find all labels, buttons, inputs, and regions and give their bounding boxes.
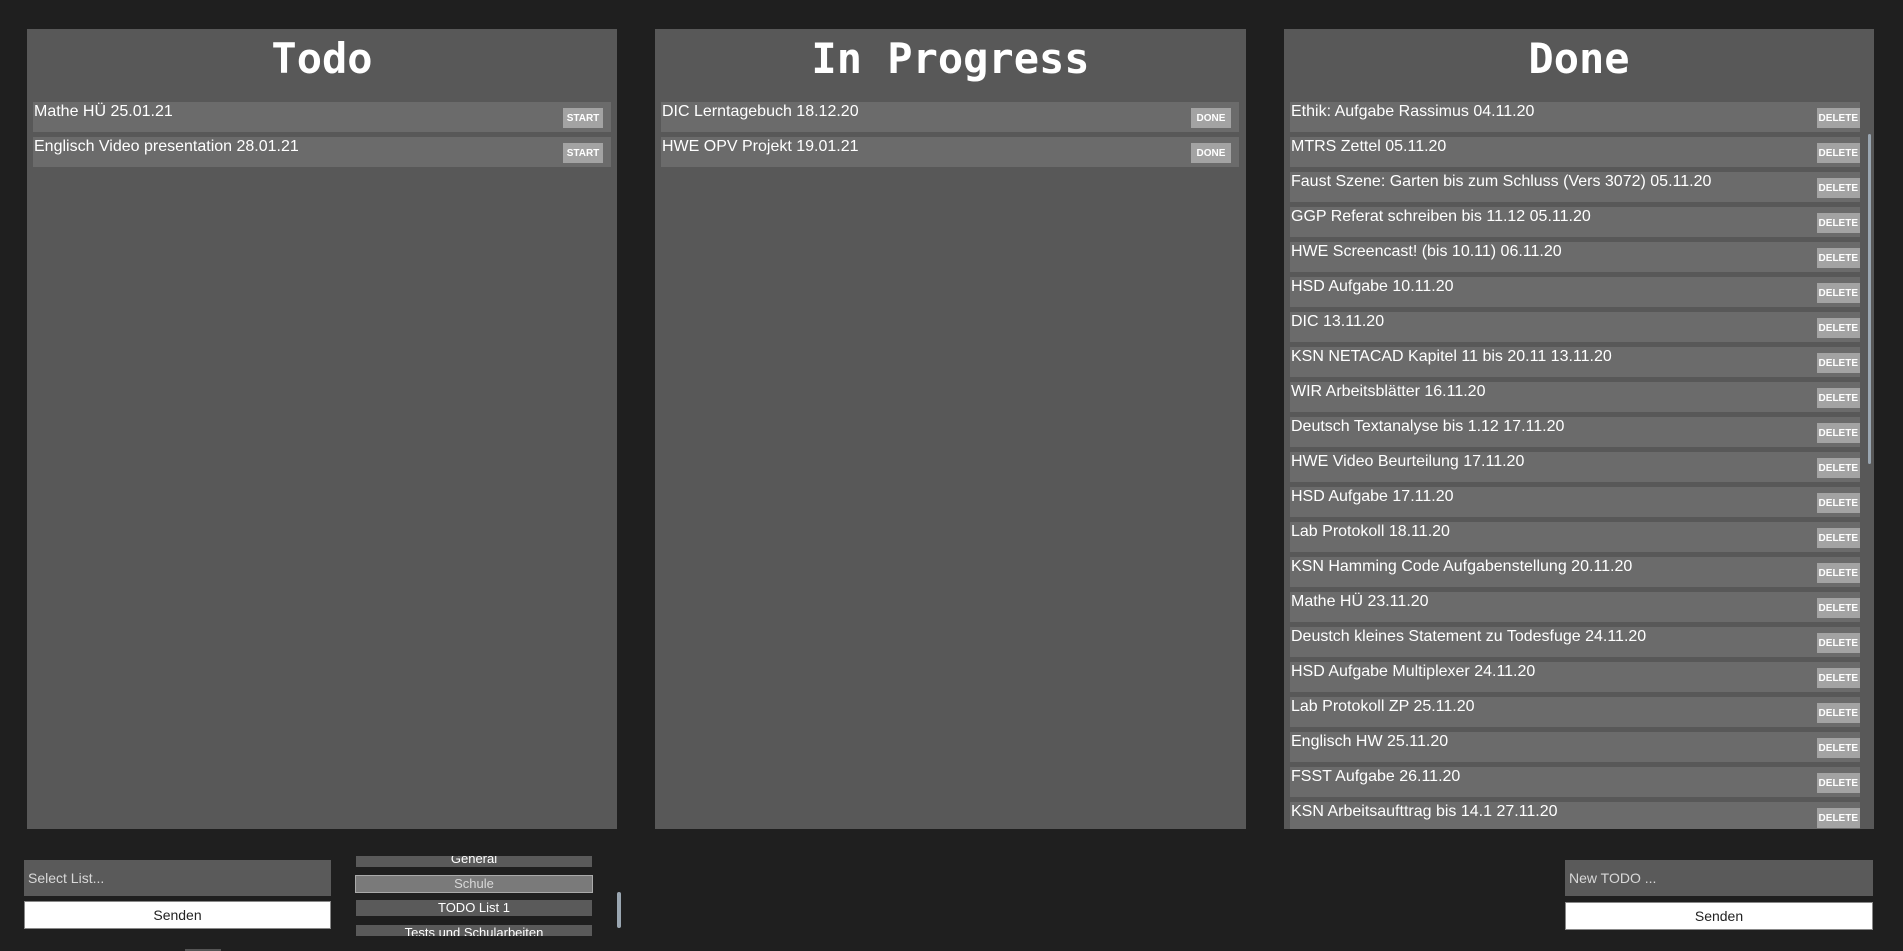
task-item: KSN NETACAD Kapitel 11 bis 20.11 13.11.2… [1290, 347, 1860, 377]
task-done-button[interactable]: DONE [1191, 143, 1231, 163]
task-delete-button[interactable]: DELETE [1816, 143, 1860, 163]
task-label: WIR Arbeitsblätter 16.11.20 [1291, 383, 1486, 400]
list-option-todo-list-1[interactable]: TODO List 1 [356, 900, 592, 916]
list-options-scrollbar[interactable] [617, 892, 621, 928]
done-column: Done Ethik: Aufgabe Rassimus 04.11.20 DEL… [1284, 29, 1874, 829]
task-label: Mathe HÜ 25.01.21 [34, 103, 173, 120]
task-delete-button[interactable]: DELETE [1816, 213, 1860, 233]
task-label: GGP Referat schreiben bis 11.12 05.11.20 [1291, 208, 1591, 225]
task-done-button[interactable]: DONE [1191, 108, 1231, 128]
task-delete-button[interactable]: DELETE [1816, 633, 1860, 653]
task-item: Deustch kleines Statement zu Todesfuge 2… [1290, 627, 1860, 657]
task-start-button[interactable]: START [563, 143, 603, 163]
task-label: KSN NETACAD Kapitel 11 bis 20.11 13.11.2… [1291, 348, 1612, 365]
task-label: DIC 13.11.20 [1291, 313, 1385, 330]
task-delete-button[interactable]: DELETE [1816, 703, 1860, 723]
task-label: Englisch Video presentation 28.01.21 [34, 138, 299, 155]
task-start-button[interactable]: START [563, 108, 603, 128]
task-label: KSN Arbeitsaufttrag bis 14.1 27.11.20 [1291, 803, 1558, 820]
task-item: Deutsch Textanalyse bis 1.12 17.11.20 DEL… [1290, 417, 1860, 447]
list-option-schule[interactable]: Schule [355, 875, 593, 893]
task-item: Mathe HÜ 25.01.21 START [33, 102, 611, 132]
task-delete-button[interactable]: DELETE [1816, 563, 1860, 583]
task-delete-button[interactable]: DELETE [1816, 598, 1860, 618]
task-delete-button[interactable]: DELETE [1816, 178, 1860, 198]
task-label: FSST Aufgabe 26.11.20 [1291, 768, 1461, 785]
task-item: KSN Arbeitsaufttrag bis 14.1 27.11.20 DEL… [1290, 802, 1860, 829]
select-list-input[interactable]: Select List... [24, 860, 331, 896]
select-list-send-button[interactable]: Senden [24, 901, 331, 929]
task-item: HWE Screencast! (bis 10.11) 06.11.20 DELE… [1290, 242, 1860, 272]
task-label: MTRS Zettel 05.11.20 [1291, 138, 1447, 155]
todo-column-title: Todo [271, 34, 373, 83]
select-list-placeholder: Select List... [28, 870, 105, 886]
todo-column: Todo Mathe HÜ 25.01.21 START Englisch Vide… [27, 29, 617, 829]
in-progress-list: DIC Lerntagebuch 18.12.20 DONE HWE OPV Pro… [661, 102, 1239, 172]
task-label: Faust Szene: Garten bis zum Schluss (Ver… [1291, 173, 1712, 190]
in-progress-column-title: In Progress [811, 34, 1090, 83]
list-option-general[interactable]: General [356, 856, 592, 867]
task-delete-button[interactable]: DELETE [1816, 318, 1860, 338]
task-item: Faust Szene: Garten bis zum Schluss (Ver… [1290, 172, 1860, 202]
task-item: Englisch Video presentation 28.01.21 STAR… [33, 137, 611, 167]
task-delete-button[interactable]: DELETE [1816, 353, 1860, 373]
task-item: HSD Aufgabe 10.11.20 DELETE [1290, 277, 1860, 307]
task-delete-button[interactable]: DELETE [1816, 423, 1860, 443]
task-label: Englisch HW 25.11.20 [1291, 733, 1449, 750]
task-label: KSN Hamming Code Aufgabenstellung 20.11.… [1291, 558, 1633, 575]
list-options: General Schule TODO List 1 Tests und Sch… [355, 856, 593, 936]
task-label: Deutsch Textanalyse bis 1.12 17.11.20 [1291, 418, 1565, 435]
task-label: HWE OPV Projekt 19.01.21 [662, 138, 859, 155]
task-delete-button[interactable]: DELETE [1816, 458, 1860, 478]
new-todo-placeholder: New TODO ... [1569, 870, 1657, 886]
task-item: Lab Protokoll ZP 25.11.20 DELETE [1290, 697, 1860, 727]
task-label: HSD Aufgabe 17.11.20 [1291, 488, 1454, 505]
task-delete-button[interactable]: DELETE [1816, 388, 1860, 408]
task-label: Lab Protokoll 18.11.20 [1291, 523, 1450, 540]
task-delete-button[interactable]: DELETE [1816, 108, 1860, 128]
task-item: Englisch HW 25.11.20 DELETE [1290, 732, 1860, 762]
task-label: HWE Screencast! (bis 10.11) 06.11.20 [1291, 243, 1562, 260]
task-delete-button[interactable]: DELETE [1816, 528, 1860, 548]
task-delete-button[interactable]: DELETE [1816, 668, 1860, 688]
done-list: Ethik: Aufgabe Rassimus 04.11.20 DELETE MT… [1290, 102, 1860, 829]
task-item: DIC Lerntagebuch 18.12.20 DONE [661, 102, 1239, 132]
task-item: Mathe HÜ 23.11.20 DELETE [1290, 592, 1860, 622]
task-delete-button[interactable]: DELETE [1816, 808, 1860, 828]
task-label: Mathe HÜ 23.11.20 [1291, 593, 1429, 610]
task-item: GGP Referat schreiben bis 11.12 05.11.20… [1290, 207, 1860, 237]
new-todo-input[interactable]: New TODO ... [1565, 860, 1873, 896]
task-label: Lab Protokoll ZP 25.11.20 [1291, 698, 1475, 715]
task-label: HSD Aufgabe Multiplexer 24.11.20 [1291, 663, 1536, 680]
task-item: HWE Video Beurteilung 17.11.20 DELETE [1290, 452, 1860, 482]
task-item: FSST Aufgabe 26.11.20 DELETE [1290, 767, 1860, 797]
task-item: HSD Aufgabe Multiplexer 24.11.20 DELETE [1290, 662, 1860, 692]
todo-list: Mathe HÜ 25.01.21 START Englisch Video pre… [33, 102, 611, 172]
task-item: HSD Aufgabe 17.11.20 DELETE [1290, 487, 1860, 517]
task-delete-button[interactable]: DELETE [1816, 738, 1860, 758]
task-label: HWE Video Beurteilung 17.11.20 [1291, 453, 1525, 470]
task-label: Deustch kleines Statement zu Todesfuge 2… [1291, 628, 1647, 645]
done-list-scrollbar[interactable] [1868, 134, 1871, 464]
task-label: DIC Lerntagebuch 18.12.20 [662, 103, 859, 120]
in-progress-column: In Progress DIC Lerntagebuch 18.12.20 DON… [655, 29, 1246, 829]
task-item: MTRS Zettel 05.11.20 DELETE [1290, 137, 1860, 167]
task-label: HSD Aufgabe 10.11.20 [1291, 278, 1454, 295]
task-item: WIR Arbeitsblätter 16.11.20 DELETE [1290, 382, 1860, 412]
task-delete-button[interactable]: DELETE [1816, 493, 1860, 513]
task-item: KSN Hamming Code Aufgabenstellung 20.11.… [1290, 557, 1860, 587]
task-label: Ethik: Aufgabe Rassimus 04.11.20 [1291, 103, 1535, 120]
new-todo-send-button[interactable]: Senden [1565, 902, 1873, 930]
task-item: Lab Protokoll 18.11.20 DELETE [1290, 522, 1860, 552]
done-column-title: Done [1528, 34, 1630, 83]
task-item: Ethik: Aufgabe Rassimus 04.11.20 DELETE [1290, 102, 1860, 132]
task-delete-button[interactable]: DELETE [1816, 773, 1860, 793]
task-item: DIC 13.11.20 DELETE [1290, 312, 1860, 342]
task-item: HWE OPV Projekt 19.01.21 DONE [661, 137, 1239, 167]
task-delete-button[interactable]: DELETE [1816, 283, 1860, 303]
task-delete-button[interactable]: DELETE [1816, 248, 1860, 268]
list-option-tests-und-schularbeiten[interactable]: Tests und Schularbeiten [356, 925, 592, 936]
